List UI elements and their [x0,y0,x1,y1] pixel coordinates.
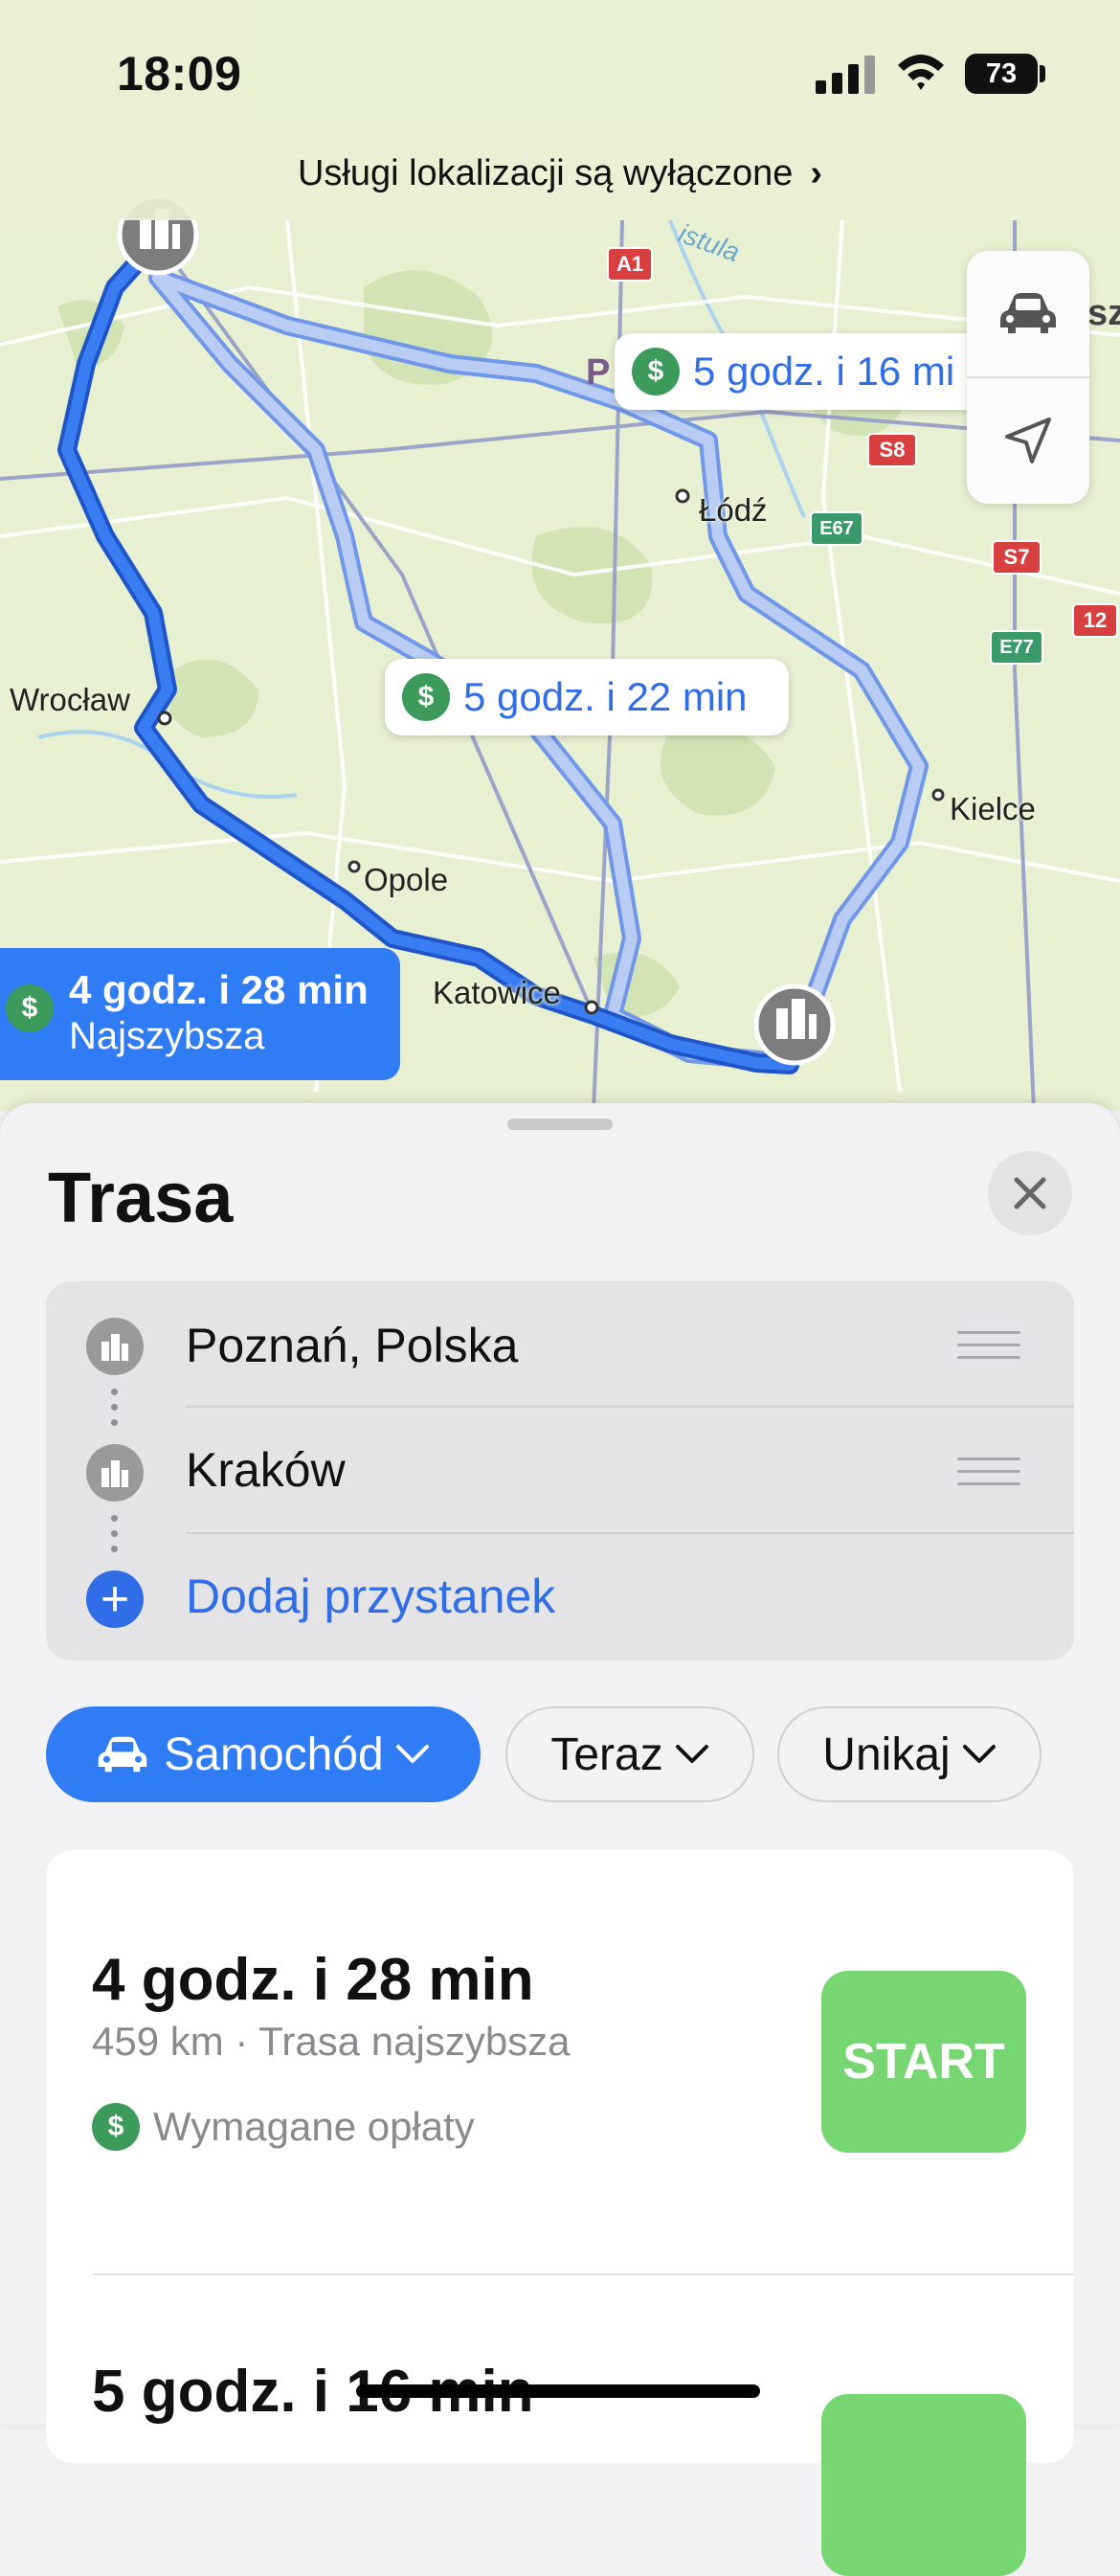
stop-origin[interactable]: Poznań, Polska [186,1318,518,1373]
avoid-options-label: Unikaj [822,1729,951,1780]
route-details: 459 km · Trasa najszybsza [92,2019,571,2064]
route-duration: 4 godz. i 28 min [92,1947,534,2013]
city-icon [86,1318,144,1375]
battery-tip [1040,65,1045,82]
toll-text: Wymagane opłaty [153,2104,475,2149]
fastest-time: 4 godz. i 28 min [69,967,369,1012]
chevron-down-icon [962,1745,996,1763]
road-shield: E77 [990,630,1043,665]
status-time: 18:09 [117,47,242,101]
toll-icon: $ [6,984,54,1032]
location-services-banner[interactable]: Usługi lokalizacji są wyłączone › [0,153,1120,194]
car-mode-button[interactable] [967,251,1089,375]
start-button[interactable] [821,2394,1026,2576]
toll-icon: $ [92,2103,140,2151]
road-shield: E67 [810,511,863,546]
toll-icon: $ [632,348,680,395]
close-icon [1014,1177,1046,1209]
route-bubble-time: 5 godz. i 22 min [463,674,748,719]
routes-card: 4 godz. i 28 min 459 km · Trasa najszybs… [46,1850,1074,2576]
reorder-handle-icon[interactable] [957,1457,1020,1495]
add-stop-button[interactable]: Dodaj przystanek [186,1569,555,1624]
home-indicator[interactable] [356,2384,760,2398]
route-dots [111,1389,119,1435]
car-icon [1000,293,1056,333]
toll-icon: $ [402,673,450,721]
route-bubble-alt-2[interactable]: $ 5 godz. i 22 min [385,659,789,735]
route-bubble-alt-1[interactable]: $ 5 godz. i 16 mi [615,333,1001,410]
toll-notice: $ Wymagane opłaty [92,2103,475,2151]
departure-time-label: Teraz [550,1729,663,1780]
locate-me-button[interactable] [967,378,1089,503]
location-arrow-icon [1005,418,1051,463]
road-shield: S7 [992,540,1042,575]
destination-pin-icon [753,983,836,1066]
map-partial-label: sz [1087,293,1120,333]
add-stop-icon[interactable]: + [86,1570,144,1628]
cellular-signal-icon [816,56,875,94]
sheet-grabber[interactable] [507,1119,613,1130]
departure-time-button[interactable]: Teraz [505,1706,754,1802]
car-icon [99,1736,147,1773]
reorder-handle-icon[interactable] [957,1331,1020,1368]
road-shield: 12 [1072,603,1118,638]
route-bubble-fastest[interactable]: $ 4 godz. i 28 min Najszybsza [0,948,400,1080]
stop-destination[interactable]: Kraków [186,1442,346,1498]
city-label: Opole [364,862,449,897]
chevron-right-icon: › [810,153,823,193]
transport-mode-label: Samochód [164,1729,384,1780]
avoid-options-button[interactable]: Unikaj [777,1706,1042,1802]
route-bubble-time: 5 godz. i 16 mi [693,349,955,394]
stops-list: Poznań, Polska Kraków + Dodaj przystanek [46,1281,1074,1661]
city-label: Łódź [699,492,768,528]
road-shield: A1 [607,247,653,282]
location-banner-text: Usługi lokalizacji są wyłączone [297,153,794,193]
chevron-down-icon [395,1745,429,1763]
start-button[interactable]: START [821,1971,1026,2153]
city-label: Wrocław [10,682,130,717]
battery-indicator: 73 [965,54,1038,94]
city-label: Katowice [433,975,561,1010]
city-label: Kielce [950,791,1036,826]
sheet-title: Trasa [48,1158,234,1237]
road-shield: S8 [867,433,917,467]
transport-mode-button[interactable]: Samochód [46,1706,481,1802]
fastest-label: Najszybsza [69,1015,265,1057]
wifi-icon [898,55,944,90]
chevron-down-icon [675,1745,708,1763]
route-dots [111,1515,119,1561]
map-partial-label: P [586,352,611,393]
map-controls [967,251,1089,504]
city-icon [86,1444,144,1502]
close-button[interactable] [988,1151,1072,1235]
